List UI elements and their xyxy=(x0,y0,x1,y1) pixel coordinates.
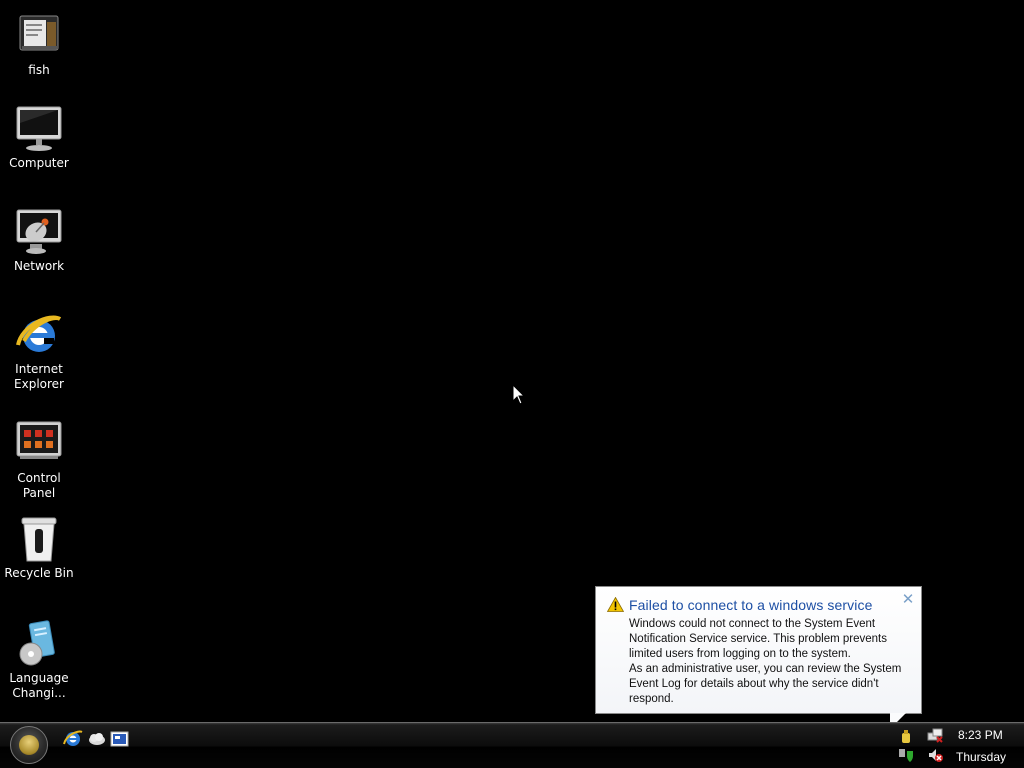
desktop-icon-control-panel[interactable]: Control Panel xyxy=(0,420,78,501)
notification-body: Windows could not connect to the System … xyxy=(629,617,914,707)
document-folder-icon xyxy=(14,12,64,60)
notification-message-admin: As an administrative user, you can revie… xyxy=(629,663,902,705)
desktop-icon-computer[interactable]: Computer xyxy=(0,105,78,171)
clock-time[interactable]: 8:23 PM xyxy=(958,728,1003,742)
desktop-icon-label: Internet Explorer xyxy=(14,362,64,391)
internet-explorer-icon[interactable] xyxy=(63,729,83,749)
notification-message: Windows could not connect to the System … xyxy=(629,618,888,660)
internet-explorer-icon xyxy=(14,311,64,359)
mouse-pointer-icon xyxy=(512,384,526,405)
warning-icon xyxy=(607,597,624,612)
desktop-icon-language-changer[interactable]: Language Changi... xyxy=(0,620,78,701)
recycle-bin-icon xyxy=(14,515,64,563)
language-changer-icon xyxy=(14,620,64,668)
close-icon[interactable]: ✕ xyxy=(901,592,915,607)
computer-monitor-icon xyxy=(14,105,64,153)
desktop-icon-label: fish xyxy=(28,63,50,77)
desktop-icon-label: Control Panel xyxy=(17,471,61,500)
notification-title: Failed to connect to a windows service xyxy=(629,597,873,613)
shield-icon[interactable] xyxy=(898,747,914,763)
start-orb-icon xyxy=(19,735,39,755)
control-panel-icon xyxy=(14,420,64,468)
start-button[interactable] xyxy=(10,726,48,764)
desktop-icon-label: Language Changi... xyxy=(9,671,69,700)
desktop-icon-network[interactable]: Network xyxy=(0,208,78,274)
notification-balloon[interactable]: Failed to connect to a windows service ✕… xyxy=(595,586,922,729)
desktop-icon-recycle-bin[interactable]: Recycle Bin xyxy=(0,515,78,581)
network-satellite-icon xyxy=(14,208,64,256)
volume-muted-icon[interactable] xyxy=(927,747,943,763)
show-desktop-icon[interactable] xyxy=(110,729,130,749)
security-warning-icon[interactable] xyxy=(898,729,914,745)
desktop-icon-label: Computer xyxy=(9,156,69,170)
desktop-icon-fish[interactable]: fish xyxy=(0,12,78,78)
taskbar: 8:23 PM Thursday xyxy=(0,722,1024,768)
desktop-icon-internet-explorer[interactable]: Internet Explorer xyxy=(0,311,78,392)
desktop-icon-label: Recycle Bin xyxy=(4,566,74,580)
cloud-icon[interactable] xyxy=(87,729,107,749)
desktop-icon-label: Network xyxy=(13,259,65,273)
network-icon[interactable] xyxy=(927,728,943,744)
clock-day[interactable]: Thursday xyxy=(956,750,1006,764)
